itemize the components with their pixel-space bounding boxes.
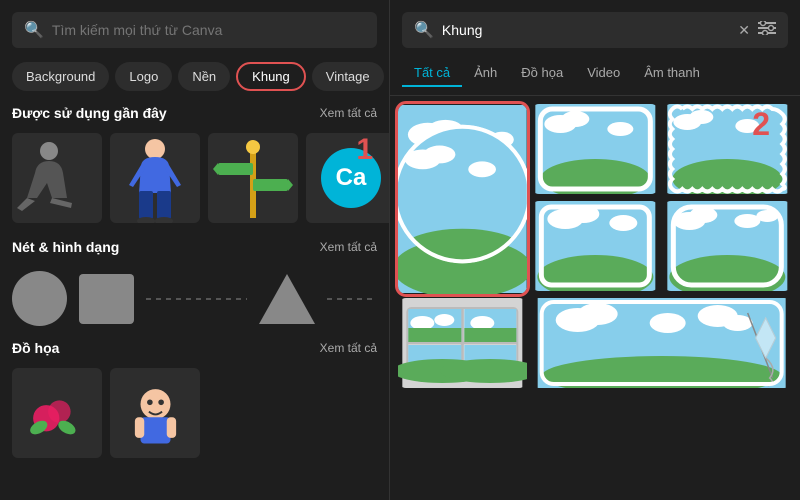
left-panel: 🔍 Background Logo Nền Khung Vintage Được… [0, 0, 390, 500]
section-header-recent: Được sử dụng gần đây Xem tất cả [12, 105, 377, 121]
step-number-2: 2 [752, 106, 770, 143]
dohoa-item-2[interactable] [110, 368, 200, 458]
shape-rect[interactable] [79, 274, 134, 324]
frame-circle-sky[interactable] [398, 104, 527, 294]
svg-text:Ca: Ca [336, 164, 367, 191]
dohoa-items-row [0, 368, 389, 466]
frame-rounded-rect-1[interactable] [531, 104, 660, 194]
dohoa-title: Đồ họa [12, 340, 59, 356]
dohoa-item-1[interactable] [12, 368, 102, 458]
tab-background[interactable]: Background [12, 62, 109, 91]
search-icon: 🔍 [24, 20, 44, 40]
frame-cloud-shape[interactable] [663, 201, 792, 291]
dohoa-section: Đồ họa Xem tất cả [0, 334, 389, 368]
right-panel: 🔍 Khung ✕ Tất cả Ảnh Đồ họa Video Âm tha… [390, 0, 800, 500]
frame-scalloped[interactable] [663, 104, 792, 194]
shapes-header: Nét & hình dạng Xem tất cả [12, 239, 377, 255]
step-number-1: 1 [356, 133, 373, 167]
left-search-wrapper: 🔍 [12, 12, 377, 48]
shape-circle[interactable] [12, 271, 67, 326]
tab-logo[interactable]: Logo [115, 62, 172, 91]
right-search-input[interactable]: Khung [442, 22, 730, 38]
right-search-wrapper: 🔍 Khung ✕ [402, 12, 788, 48]
recent-item-3[interactable] [208, 133, 298, 223]
frames-grid [390, 96, 800, 396]
right-search-icon: 🔍 [414, 20, 434, 40]
shapes-section: Nét & hình dạng Xem tất cả [0, 231, 389, 267]
tab-khung[interactable]: Khung [236, 62, 306, 91]
clear-icon[interactable]: ✕ [738, 22, 750, 39]
shapes-link[interactable]: Xem tất cả [320, 240, 377, 254]
recently-used-link[interactable]: Xem tất cả [320, 106, 377, 120]
frame-wide-sky[interactable] [531, 298, 792, 388]
tab-tatca[interactable]: Tất cả [402, 60, 462, 87]
tab-amthanh[interactable]: Âm thanh [632, 60, 712, 87]
shape-triangle[interactable] [259, 274, 315, 324]
left-search-input[interactable] [52, 22, 365, 38]
recent-item-4[interactable]: Ca [306, 133, 390, 223]
category-tabs: Background Logo Nền Khung Vintage [0, 56, 389, 97]
dohoa-header: Đồ họa Xem tất cả [12, 340, 377, 356]
dohoa-link[interactable]: Xem tất cả [320, 341, 377, 355]
recent-item-2[interactable] [110, 133, 200, 223]
right-search-bar: 🔍 Khung ✕ [390, 0, 800, 56]
tab-anh[interactable]: Ảnh [462, 60, 509, 87]
recently-used-title: Được sử dụng gần đây [12, 105, 167, 121]
tab-nen[interactable]: Nền [178, 62, 230, 91]
filter-icon[interactable] [758, 21, 776, 40]
left-search-bar: 🔍 [0, 0, 389, 56]
right-tabs: Tất cả Ảnh Đồ họa Video Âm thanh [390, 56, 800, 96]
recently-used-section: Được sử dụng gần đây Xem tất cả [0, 97, 389, 133]
tab-video[interactable]: Video [575, 60, 632, 87]
shape-dash-line [146, 298, 247, 300]
tab-dohoa[interactable]: Đồ họa [509, 60, 575, 87]
frame-rounded-rect-2[interactable] [531, 201, 660, 291]
shape-dash-line2 [327, 298, 377, 300]
tab-vintage[interactable]: Vintage [312, 62, 384, 91]
recent-items-row: Ca 1 [0, 133, 389, 231]
shapes-row [0, 267, 389, 334]
frame-window[interactable] [398, 298, 527, 388]
recent-item-1[interactable] [12, 133, 102, 223]
shapes-title: Nét & hình dạng [12, 239, 119, 255]
